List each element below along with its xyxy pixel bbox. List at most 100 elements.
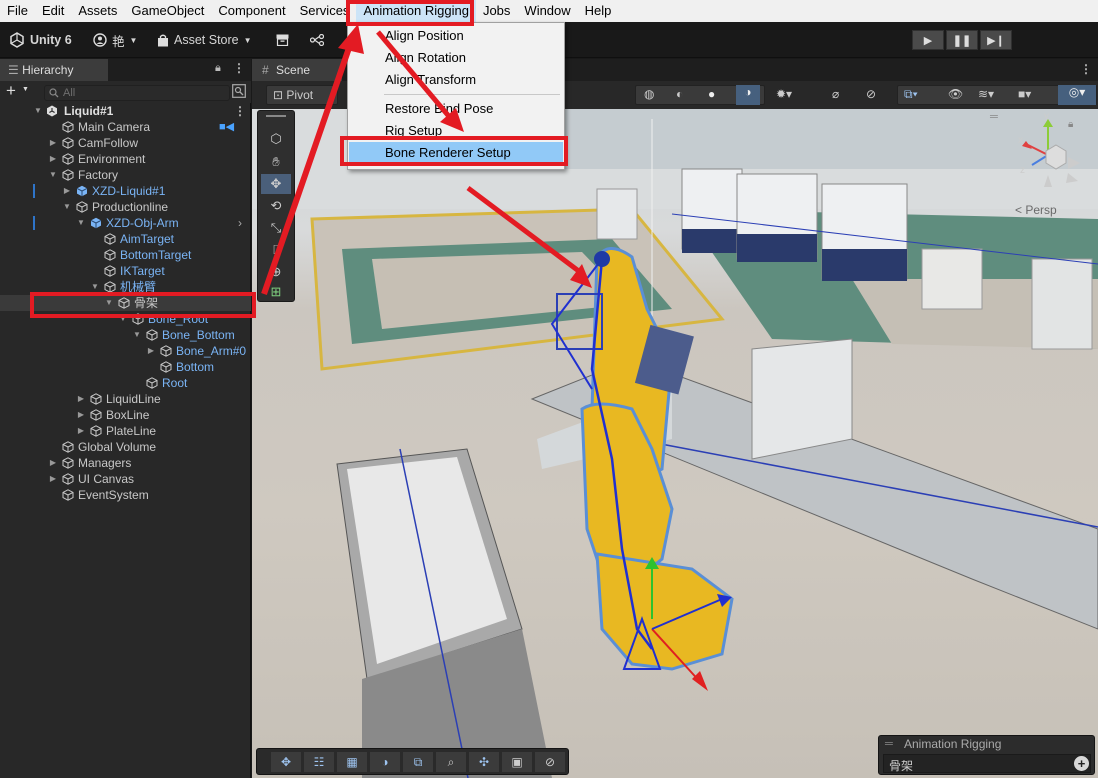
- tree-row-aimtarget[interactable]: AimTarget: [0, 231, 251, 247]
- menu-component[interactable]: Component: [211, 0, 292, 22]
- menu-window[interactable]: Window: [517, 0, 577, 22]
- gizmo-handle-icon[interactable]: ═: [990, 111, 998, 123]
- tree-row-root[interactable]: Root: [0, 375, 251, 391]
- collapse-arrow-icon[interactable]: ▶: [76, 407, 86, 423]
- menu-item-align-rotation[interactable]: Align Rotation: [349, 47, 563, 69]
- collapse-arrow-icon[interactable]: ▶: [48, 135, 58, 151]
- tree-row-liquidline[interactable]: ▶ LiquidLine: [0, 391, 251, 407]
- menu-item-align-position[interactable]: Align Position: [349, 25, 563, 47]
- asset-store-button[interactable]: Asset Store ▼: [157, 31, 252, 49]
- menu-item-align-transform[interactable]: Align Transform: [349, 69, 563, 91]
- chevron-right-icon[interactable]: ›: [238, 215, 242, 231]
- tree-row-bone-arm[interactable]: ▶ Bone_Arm#0: [0, 343, 251, 359]
- menu-file[interactable]: File: [0, 0, 35, 22]
- grid-snap-button[interactable]: ▦: [337, 752, 367, 772]
- layer-stack-icon[interactable]: ≋▾: [978, 87, 994, 101]
- debug-draw-icon[interactable]: ✹▾: [776, 87, 792, 101]
- camera-overlay-button[interactable]: ▣: [502, 752, 532, 772]
- expand-arrow-icon[interactable]: ▼: [76, 215, 86, 231]
- expand-arrow-icon[interactable]: ▼: [48, 167, 58, 183]
- step-button[interactable]: ▶❙: [980, 30, 1012, 50]
- collapse-arrow-icon[interactable]: ▶: [48, 471, 58, 487]
- account-button[interactable]: 艳 ▼: [93, 31, 137, 49]
- layers-overlay-button[interactable]: ⧉: [403, 752, 433, 772]
- package-button[interactable]: [276, 31, 289, 49]
- gizmos-icon[interactable]: ◎▾: [1058, 85, 1096, 105]
- tree-row-managers[interactable]: ▶ Managers: [0, 455, 251, 471]
- tree-row-boxline[interactable]: ▶ BoxLine: [0, 407, 251, 423]
- expand-arrow-icon[interactable]: ▼: [62, 199, 72, 215]
- tree-row-bottomtarget[interactable]: BottomTarget: [0, 247, 251, 263]
- transform-tool-button[interactable]: ⊕: [261, 262, 291, 282]
- shaded-icon[interactable]: ●: [708, 87, 715, 101]
- unity-version-button[interactable]: Unity 6: [9, 31, 72, 49]
- more-options-icon[interactable]: ⋮: [233, 61, 245, 75]
- scene-row[interactable]: ▼ Liquid#1 ⋮: [0, 103, 251, 119]
- collapse-arrow-icon[interactable]: ▶: [48, 151, 58, 167]
- collapse-arrow-icon[interactable]: ▶: [76, 423, 86, 439]
- expand-arrow-icon[interactable]: ▼: [132, 327, 142, 343]
- version-control-button[interactable]: [310, 31, 324, 49]
- tree-row-bone-bottom[interactable]: ▼ Bone_Bottom: [0, 327, 251, 343]
- overlay-object-field[interactable]: 骨架 +: [883, 754, 1091, 773]
- scale-tool-button[interactable]: ⤡: [261, 218, 291, 238]
- tree-row-camfollow[interactable]: ▶ CamFollow: [0, 135, 251, 151]
- tree-row-xzd-liquid[interactable]: ▶ XZD-Liquid#1: [0, 183, 251, 199]
- custom-tool-button[interactable]: ⊞: [261, 284, 291, 300]
- rotate-tool-button[interactable]: ⟲: [261, 196, 291, 216]
- move-overlay-button[interactable]: ✥: [271, 752, 301, 772]
- pause-button[interactable]: ❚❚: [946, 30, 978, 50]
- tree-row-global-volume[interactable]: Global Volume: [0, 439, 251, 455]
- tree-row-ui-canvas[interactable]: ▶ UI Canvas: [0, 471, 251, 487]
- expand-arrow-icon[interactable]: ▼: [33, 103, 43, 119]
- chevron-down-icon[interactable]: ▼: [22, 86, 29, 93]
- unlit-icon[interactable]: ◑: [736, 85, 760, 105]
- layers-icon[interactable]: ⧉▾: [904, 87, 918, 102]
- lighting-toggle-icon[interactable]: ⊘: [866, 87, 876, 101]
- tree-row-main-camera[interactable]: Main Camera ■◀: [0, 119, 251, 135]
- camera-icon[interactable]: ■▾: [1018, 87, 1031, 101]
- palette-drag-handle[interactable]: [266, 115, 286, 117]
- navigate-overlay-button[interactable]: ⊘: [535, 752, 565, 772]
- collapse-arrow-icon[interactable]: ▶: [48, 455, 58, 471]
- tree-row-iktarget[interactable]: IKTarget: [0, 263, 251, 279]
- tree-row-bottom[interactable]: Bottom: [0, 359, 251, 375]
- tab-hierarchy[interactable]: ☰ Hierarchy: [0, 59, 108, 81]
- projection-label[interactable]: < Persp: [1015, 203, 1057, 217]
- tab-scene[interactable]: # Scene: [252, 59, 342, 81]
- move-tool-button[interactable]: ✥: [261, 174, 291, 194]
- menu-jobs[interactable]: Jobs: [476, 0, 517, 22]
- tree-row-xzd-obj-arm[interactable]: ▼ XZD-Obj-Arm ›: [0, 215, 251, 231]
- scene-viewport[interactable]: y x z 🔒︎ < Persp ═: [252, 109, 1098, 778]
- add-icon[interactable]: +: [6, 81, 16, 101]
- tree-row-productionline[interactable]: ▼ Productionline: [0, 199, 251, 215]
- tree-row-factory[interactable]: ▼ Factory: [0, 167, 251, 183]
- 2d-toggle-icon[interactable]: ⌀: [832, 87, 839, 101]
- collapse-arrow-icon[interactable]: ▶: [146, 343, 156, 359]
- search-input[interactable]: All: [44, 85, 230, 101]
- menu-assets[interactable]: Assets: [71, 0, 124, 22]
- collapse-arrow-icon[interactable]: ▶: [62, 183, 72, 199]
- orientation-gizmo[interactable]: y x z: [1008, 113, 1088, 198]
- tree-row-environment[interactable]: ▶ Environment: [0, 151, 251, 167]
- more-options-icon[interactable]: ⋮: [1080, 62, 1092, 76]
- pivot-toggle[interactable]: ⊡ Pivot: [266, 85, 338, 105]
- tree-row-plateline[interactable]: ▶ PlateLine: [0, 423, 251, 439]
- hand-tool-button[interactable]: ✋︎: [261, 152, 291, 172]
- search-overlay-button[interactable]: ⌕: [436, 752, 466, 772]
- menu-item-restore-bind-pose[interactable]: Restore Bind Pose: [349, 98, 563, 120]
- search-scene-icon[interactable]: [232, 84, 246, 98]
- menu-gameobject[interactable]: GameObject: [124, 0, 211, 22]
- shaded-wireframe-icon[interactable]: ◐: [676, 87, 683, 101]
- lock-icon[interactable]: 🔒︎: [215, 62, 221, 75]
- play-button[interactable]: ▶: [912, 30, 944, 50]
- menu-edit[interactable]: Edit: [35, 0, 71, 22]
- more-options-icon[interactable]: ⋮: [234, 103, 246, 119]
- menu-help[interactable]: Help: [578, 0, 619, 22]
- shading-button[interactable]: ◑: [370, 752, 400, 772]
- wireframe-icon[interactable]: ◍: [644, 87, 654, 101]
- visibility-icon[interactable]: 👁︎: [948, 87, 963, 101]
- add-icon[interactable]: +: [1074, 756, 1089, 771]
- tree-row-eventsystem[interactable]: EventSystem: [0, 487, 251, 503]
- view-cube-button[interactable]: ⬡: [261, 129, 291, 149]
